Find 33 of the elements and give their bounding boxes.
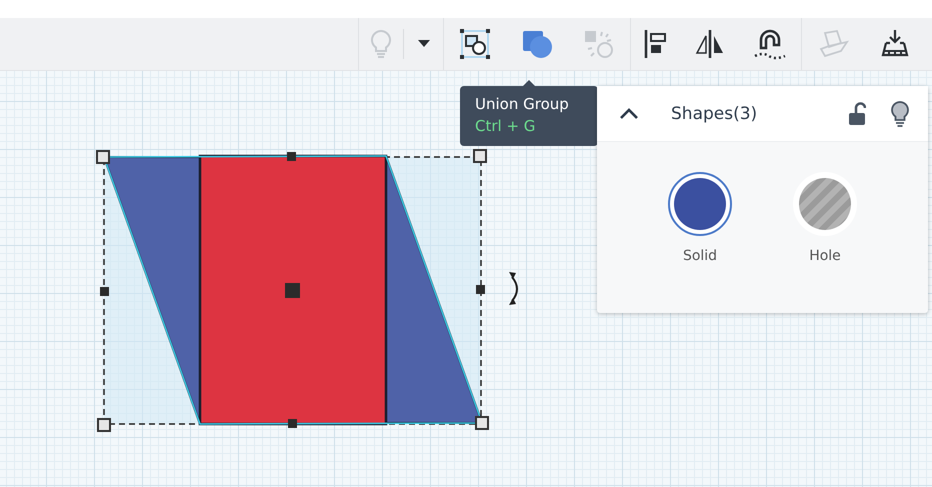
unlocked-icon bbox=[848, 102, 866, 126]
chevron-up-icon bbox=[619, 108, 639, 120]
group-icon bbox=[460, 29, 490, 59]
resize-handle[interactable] bbox=[475, 416, 489, 430]
edge-handle[interactable] bbox=[476, 285, 485, 294]
magnet-icon bbox=[753, 28, 787, 60]
striped-swatch bbox=[799, 178, 851, 230]
edge-handle[interactable] bbox=[100, 287, 109, 296]
align-icon bbox=[644, 29, 668, 59]
caret-icon bbox=[418, 40, 430, 48]
hole-option[interactable]: Hole bbox=[792, 172, 858, 264]
tooltip-title: Union Group bbox=[475, 94, 569, 115]
union-icon bbox=[521, 29, 553, 59]
drop-icon bbox=[880, 29, 910, 59]
workplane-icon bbox=[817, 29, 849, 59]
rectangle-shape[interactable] bbox=[198, 154, 388, 426]
resize-handle[interactable] bbox=[96, 150, 110, 164]
lightbulb-icon bbox=[891, 100, 909, 126]
shortcut-text: Ctrl + G bbox=[475, 116, 536, 137]
solid-option[interactable]: Solid bbox=[667, 172, 733, 264]
swatch bbox=[674, 178, 726, 230]
rotate-handle-icon[interactable] bbox=[509, 272, 518, 305]
resize-handle[interactable] bbox=[473, 149, 487, 163]
edge-handle[interactable] bbox=[287, 152, 296, 161]
panel-title: Shapes(3) bbox=[671, 104, 758, 124]
triangle-shape[interactable] bbox=[385, 155, 484, 424]
center-handle[interactable] bbox=[285, 283, 300, 298]
triangle-shape[interactable] bbox=[102, 156, 201, 425]
ungroup-icon bbox=[583, 29, 615, 59]
edge-handle[interactable] bbox=[288, 419, 297, 428]
resize-handle[interactable] bbox=[97, 418, 111, 432]
mirror-icon bbox=[694, 29, 726, 59]
lightbulb-icon bbox=[369, 29, 393, 59]
